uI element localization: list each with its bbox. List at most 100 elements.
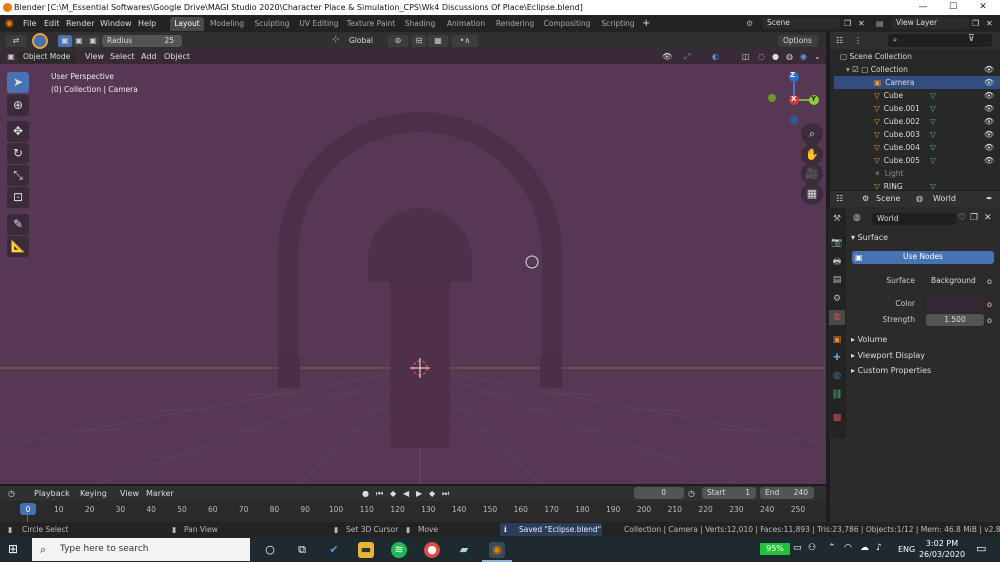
fake-user-icon[interactable]: ♡ <box>958 213 966 223</box>
eye-icon[interactable]: 👁 <box>984 102 994 115</box>
unlink-world-icon[interactable]: ✕ <box>984 213 992 223</box>
cortana-icon[interactable]: ○ <box>262 542 278 558</box>
outliner-row-object[interactable]: ▽ Cube.002 ▽ 👁 <box>834 115 1000 128</box>
shading-solid-icon[interactable]: ● <box>772 50 779 64</box>
timeline-menu-keying[interactable]: Keying <box>80 486 107 501</box>
duplicate-world-icon[interactable]: ❐ <box>970 213 978 223</box>
scale-tool-button[interactable]: ⤡ <box>7 165 29 186</box>
tab-texture-paint[interactable]: Texture Paint <box>344 17 398 31</box>
task-view-icon[interactable]: ⧉ <box>294 542 310 558</box>
mesh-data-icon[interactable]: ▽ <box>930 115 936 128</box>
current-frame-field[interactable]: 0 <box>634 487 684 499</box>
menu-help[interactable]: Help <box>138 15 156 32</box>
tab-modeling[interactable]: Modeling <box>206 17 248 31</box>
tray-arrow-icon[interactable]: ⌃ <box>828 543 836 553</box>
menu-window[interactable]: Window <box>100 15 132 32</box>
cursor-tool-button[interactable]: ⊕ <box>7 95 29 116</box>
eye-icon[interactable]: 👁 <box>984 154 994 167</box>
view-layer-tab-icon[interactable]: ▤ <box>829 273 845 288</box>
wifi-icon[interactable]: ◠ <box>844 543 852 553</box>
constraints-tab-icon[interactable]: ⛓ <box>829 388 845 403</box>
outliner-row-object[interactable]: ▽ Cube.001 ▽ 👁 <box>834 102 1000 115</box>
viewport-menu-view[interactable]: View <box>85 50 104 64</box>
custom-properties-section-header[interactable]: ▸ Custom Properties <box>851 366 931 375</box>
select-mode-extend-icon[interactable]: ▣ <box>72 35 86 47</box>
world-properties-tab-icon[interactable]: ◍ <box>829 310 845 325</box>
output-tab-icon[interactable]: 🖶 <box>829 255 845 270</box>
tab-uv-editing[interactable]: UV Editing <box>296 17 342 31</box>
close-button[interactable]: ✕ <box>968 0 998 15</box>
mode-dropdown[interactable]: Object Mode <box>18 51 76 63</box>
annotate-tool-button[interactable]: ✎ <box>7 214 29 235</box>
physics-tab-icon[interactable]: ◎ <box>829 369 845 384</box>
perspective-toggle-button[interactable]: ▦ <box>801 183 823 205</box>
rotate-tool-button[interactable]: ↻ <box>7 143 29 164</box>
language-indicator[interactable]: ENG <box>898 545 915 554</box>
mesh-data-icon[interactable]: ▽ <box>930 128 936 141</box>
taskbar-search-box[interactable]: ⌕ Type here to search <box>32 538 250 561</box>
color-link-icon[interactable]: o <box>987 300 992 309</box>
shading-options-icon[interactable]: ⌄ <box>814 50 821 64</box>
mesh-data-icon[interactable]: ▽ <box>930 154 936 167</box>
notes-app-icon[interactable]: ▰ <box>456 542 472 558</box>
move-tool-button[interactable]: ✥ <box>7 121 29 142</box>
checkbox-icon[interactable]: ☑ <box>852 65 859 74</box>
outliner-row-object[interactable]: ▽ Cube.004 ▽ 👁 <box>834 141 1000 154</box>
navigation-gizmo[interactable]: Z Y X <box>766 70 822 126</box>
start-frame-field[interactable]: Start 1 <box>702 487 756 499</box>
viewport-menu-select[interactable]: Select <box>110 50 135 64</box>
next-keyframe-icon[interactable]: ◆ <box>429 486 435 501</box>
eye-icon[interactable]: 👁 <box>984 89 994 102</box>
mesh-data-icon[interactable]: ▽ <box>930 89 936 102</box>
surface-section-header[interactable]: ▾ Surface <box>851 233 888 242</box>
menu-edit[interactable]: Edit <box>44 15 60 32</box>
people-icon[interactable]: ⚇ <box>808 543 816 553</box>
modifier-tab-icon[interactable]: ✚ <box>829 351 845 366</box>
active-tool-icon[interactable] <box>32 33 48 49</box>
blender-menu-icon[interactable]: ◉ <box>5 15 14 32</box>
outliner-row-object[interactable]: ☀ Light <box>834 167 1000 180</box>
play-reverse-icon[interactable]: ◀ <box>403 486 409 501</box>
eye-icon[interactable]: 👁 <box>984 128 994 141</box>
file-explorer-icon[interactable]: ▬ <box>358 542 374 558</box>
mesh-data-icon[interactable]: ▽ <box>930 102 936 115</box>
volume-section-header[interactable]: ▸ Volume <box>851 335 887 344</box>
viewport-menu-add[interactable]: Add <box>141 50 157 64</box>
outliner-row-object[interactable]: ▣ Camera 👁 <box>834 76 1000 89</box>
strength-link-icon[interactable]: o <box>987 316 992 325</box>
eye-icon[interactable]: 👁 <box>984 76 994 89</box>
orientation-dropdown[interactable]: Global <box>344 35 382 47</box>
prev-keyframe-icon[interactable]: ◆ <box>390 486 396 501</box>
timeline-menu-view[interactable]: View <box>120 486 139 501</box>
taskbar-time[interactable]: 3:02 PM <box>922 539 962 548</box>
render-tab-icon[interactable]: 📷 <box>829 236 845 251</box>
tab-shading[interactable]: Shading <box>400 17 440 31</box>
outliner-filter-icon[interactable]: ⊽ <box>968 34 975 44</box>
battery-icon[interactable]: ▭ <box>793 543 802 553</box>
jump-end-icon[interactable]: ⏭ <box>442 486 449 501</box>
snap-icon[interactable]: ⊟ <box>412 35 426 47</box>
tab-compositing[interactable]: Compositing <box>540 17 594 31</box>
battery-indicator[interactable]: 95% <box>760 543 790 555</box>
scene-properties-tab-icon[interactable]: ⚙ <box>829 292 845 307</box>
surface-shader-dropdown[interactable]: Background <box>926 275 984 287</box>
chrome-icon[interactable]: ● <box>424 542 440 558</box>
end-frame-field[interactable]: End 240 <box>760 487 814 499</box>
properties-scene-tab[interactable]: Scene <box>876 191 900 207</box>
jump-start-icon[interactable]: ⏮ <box>376 486 383 501</box>
overlay-toggle-icon[interactable]: ◐ <box>712 50 719 64</box>
timeline-menu-marker[interactable]: Marker <box>146 486 174 501</box>
viewport-menu-object[interactable]: Object <box>164 50 190 64</box>
timeline-editor-icon[interactable]: ◷ <box>8 486 15 501</box>
onedrive-icon[interactable]: ☁ <box>860 543 869 553</box>
3d-viewport[interactable]: User Perspective (0) Collection | Camera… <box>0 64 826 484</box>
use-nodes-button[interactable]: Use Nodes <box>852 251 994 264</box>
shader-link-icon[interactable]: o <box>987 277 992 286</box>
shading-rendered-icon[interactable]: ◉ <box>800 50 807 64</box>
windows-start-icon[interactable]: ⊞ <box>8 542 18 556</box>
shading-material-icon[interactable]: ◍ <box>786 50 793 64</box>
tool-tab-icon[interactable]: ⚒ <box>829 212 845 227</box>
delete-scene-icon[interactable]: ✕ <box>858 15 865 32</box>
proportional-edit-icon[interactable]: •∧ <box>452 35 478 47</box>
volume-icon[interactable]: ♪ <box>876 543 882 553</box>
